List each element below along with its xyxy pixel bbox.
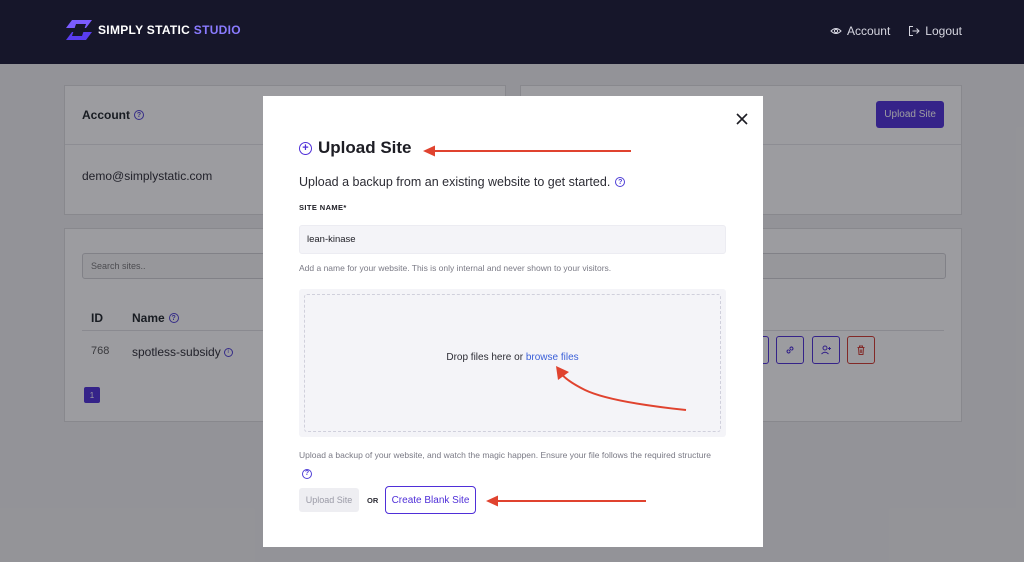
modal-title-text: Upload Site <box>318 138 412 157</box>
brand-logo[interactable]: SIMPLY STATIC STUDIO <box>66 20 241 40</box>
modal-title: + Upload Site <box>299 138 412 158</box>
dropzone-border <box>304 294 721 432</box>
upload-site-submit-button[interactable]: Upload Site <box>299 488 359 512</box>
logout-link-label: Logout <box>925 24 962 38</box>
account-link-label: Account <box>846 24 891 38</box>
logout-icon <box>909 26 921 36</box>
help-icon[interactable]: ? <box>615 177 626 187</box>
browse-files-link[interactable]: browse files <box>526 352 579 363</box>
upload-help-text-content: Upload a backup of your website, and wat… <box>299 450 712 460</box>
logo-mark-icon <box>66 20 92 40</box>
modal-subtitle: Upload a backup from an existing website… <box>299 175 626 189</box>
site-name-help: Add a name for your website. This is onl… <box>299 263 612 273</box>
create-blank-site-button[interactable]: Create Blank Site <box>385 486 476 514</box>
eye-icon <box>830 28 842 34</box>
site-name-label: SITE NAME* <box>299 203 347 212</box>
top-nav: Account Logout <box>830 24 962 38</box>
file-dropzone[interactable]: Drop files here or browse files <box>299 289 726 437</box>
site-name-input[interactable] <box>299 225 726 254</box>
logout-link[interactable]: Logout <box>908 24 962 38</box>
top-bar: SIMPLY STATIC STUDIO Account Logout <box>0 0 1024 64</box>
close-icon[interactable] <box>733 110 751 128</box>
account-link[interactable]: Account <box>830 24 890 38</box>
help-icon[interactable]: ? <box>302 469 312 479</box>
modal-subtitle-text: Upload a backup from an existing website… <box>299 175 611 189</box>
upload-site-modal: + Upload Site Upload a backup from an ex… <box>263 96 763 547</box>
upload-help-text: Upload a backup of your website, and wat… <box>299 447 719 479</box>
or-separator: OR <box>367 496 379 505</box>
dropzone-text: Drop files here or browse files <box>299 352 726 363</box>
brand-name: SIMPLY STATIC STUDIO <box>98 23 241 37</box>
dropzone-prompt: Drop files here or <box>446 352 524 363</box>
plus-circle-icon: + <box>299 141 312 155</box>
